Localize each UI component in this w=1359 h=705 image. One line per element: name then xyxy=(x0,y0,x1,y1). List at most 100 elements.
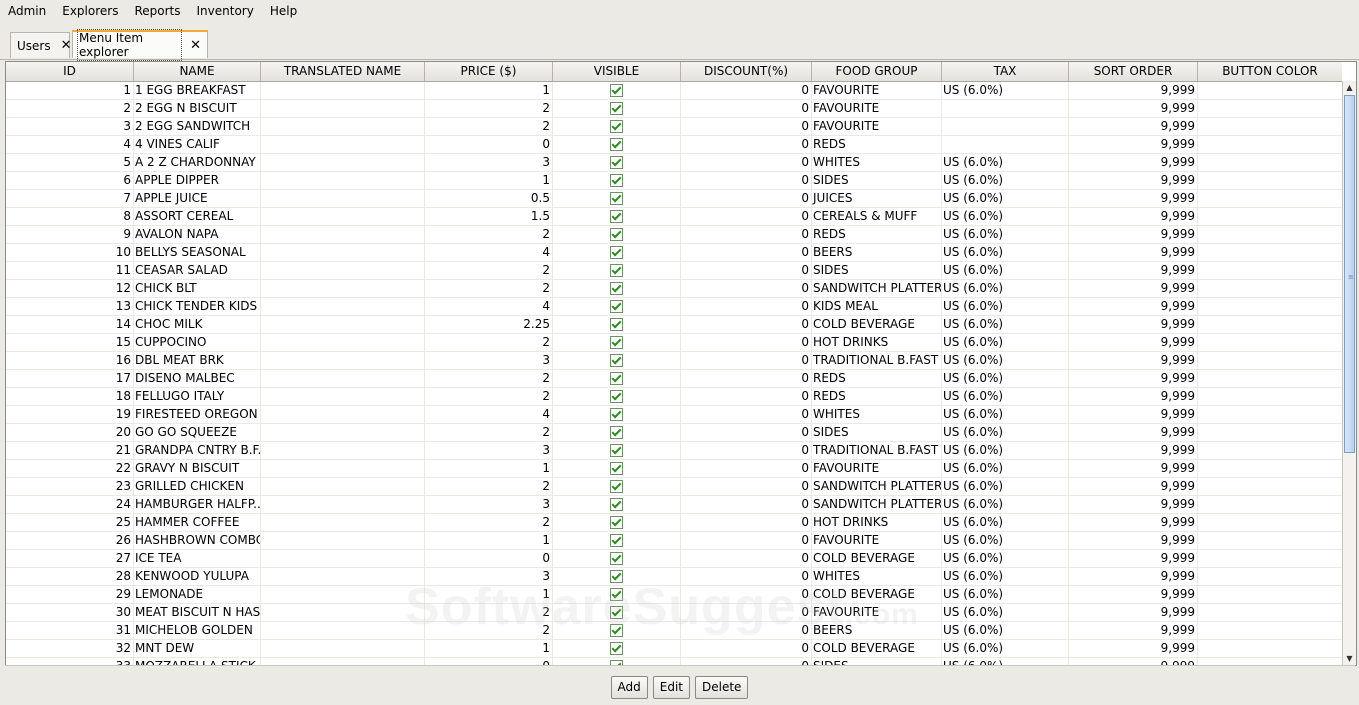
table-row[interactable]: 15 CUPPOCINO 2 0 HOT DRINKS US (6.0%) 9,999 xyxy=(6,334,1342,352)
table-row[interactable]: 27 ICE TEA 0 0 COLD BEVERAGE US (6.0%) 9,999 xyxy=(6,550,1342,568)
visible-checkbox[interactable] xyxy=(610,120,623,133)
menu-explorers[interactable]: Explorers xyxy=(54,1,126,21)
visible-checkbox[interactable] xyxy=(610,426,623,439)
table-row[interactable]: 23 GRILLED CHICKEN 2 0 SANDWITCH PLATTER US (… xyxy=(6,478,1342,496)
table-row[interactable]: 30 MEAT BISCUIT N HAS... 2 0 FAVOURITE US (6.… xyxy=(6,604,1342,622)
table-row[interactable]: 11 CEASAR SALAD 2 0 SIDES US (6.0%) 9,999 xyxy=(6,262,1342,280)
column-header-tax[interactable]: TAX xyxy=(942,62,1069,81)
table-row[interactable]: 9 AVALON NAPA 2 0 REDS US (6.0%) 9,999 xyxy=(6,226,1342,244)
column-header-id[interactable]: ID xyxy=(6,62,134,81)
vertical-scrollbar[interactable]: ▲ ≡ ▼ xyxy=(1342,81,1356,665)
column-header-translated-name[interactable]: TRANSLATED NAME xyxy=(261,62,425,81)
id-cell: 19 xyxy=(6,406,134,423)
table-row[interactable]: 16 DBL MEAT BRK 3 0 TRADITIONAL B.FAST US (6.… xyxy=(6,352,1342,370)
visible-checkbox[interactable] xyxy=(610,516,623,529)
close-icon[interactable]: ✕ xyxy=(61,39,72,52)
column-header-name[interactable]: NAME xyxy=(134,62,261,81)
name-cell: MEAT BISCUIT N HAS... xyxy=(135,604,261,621)
menu-inventory[interactable]: Inventory xyxy=(189,1,262,21)
visible-checkbox[interactable] xyxy=(610,444,623,457)
close-icon[interactable]: ✕ xyxy=(190,39,201,52)
name-cell: 2 EGG N BISCUIT xyxy=(134,100,261,117)
visible-checkbox[interactable] xyxy=(610,480,623,493)
visible-checkbox[interactable] xyxy=(610,228,623,241)
delete-button[interactable]: Delete xyxy=(695,676,749,699)
tax-cell: US (6.0%) xyxy=(942,226,1069,243)
table-row[interactable]: 5A 2 Z CHARDONNAY 3 0 WHITES US (6.0%) 9,999 xyxy=(6,154,1342,172)
visible-checkbox[interactable] xyxy=(610,624,623,637)
visible-checkbox[interactable] xyxy=(610,102,623,115)
visible-checkbox[interactable] xyxy=(610,570,623,583)
tab-menu-item-explorer[interactable]: Menu Item explorer ✕ xyxy=(72,29,208,61)
visible-checkbox[interactable] xyxy=(610,390,623,403)
table-row[interactable]: 17 DISENO MALBEC 2 0 REDS US (6.0%) 9,999 xyxy=(6,370,1342,388)
name-cell: 4 VINES CALIF xyxy=(134,136,261,153)
visible-checkbox[interactable] xyxy=(610,534,623,547)
table-row[interactable]: 22 GRAVY N BISCUIT 1 0 FAVOURITE US (6.0%) 9,9… xyxy=(6,460,1342,478)
table-row[interactable]: 29 LEMONADE 1 0 COLD BEVERAGE US (6.0%) 9,999 xyxy=(6,586,1342,604)
button-color-cell xyxy=(1198,226,1342,243)
translated-name-cell xyxy=(261,334,425,351)
visible-checkbox[interactable] xyxy=(610,642,623,655)
table-row[interactable]: 24 HAMBURGER HALFP... 3 0 SANDWITCH PLATTER U… xyxy=(6,496,1342,514)
visible-checkbox[interactable] xyxy=(610,606,623,619)
table-row[interactable]: 11 EGG BREAKFAST 1 0 FAVOURITE US (6.0%) 9,99… xyxy=(6,82,1342,100)
visible-checkbox[interactable] xyxy=(610,246,623,259)
table-row[interactable]: 10 BELLYS SEASONAL 4 0 BEERS US (6.0%) 9,999 xyxy=(6,244,1342,262)
visible-checkbox[interactable] xyxy=(610,264,623,277)
table-row[interactable]: 12 CHICK BLT 2 0 SANDWITCH PLATTER US (6.0%) 9… xyxy=(6,280,1342,298)
scroll-up-icon[interactable]: ▲ xyxy=(1343,81,1356,94)
tax-cell: US (6.0%) xyxy=(942,334,1069,351)
menu-admin[interactable]: Admin xyxy=(0,1,54,21)
table-row[interactable]: 44 VINES CALIF 0 0 REDS 9,999 xyxy=(6,136,1342,154)
table-row[interactable]: 31 MICHELOB GOLDEN 2 0 BEERS US (6.0%) 9,999 xyxy=(6,622,1342,640)
visible-checkbox[interactable] xyxy=(610,300,623,313)
column-header-food-group[interactable]: FOOD GROUP xyxy=(812,62,942,81)
column-header-discount[interactable]: DISCOUNT(%) xyxy=(681,62,812,81)
table-row[interactable]: 33MOZZARELLA STICK00SIDESUS (6.0%)9,999 xyxy=(6,658,1342,665)
table-row[interactable]: 32 MNT DEW 1 0 COLD BEVERAGE US (6.0%) 9,999 xyxy=(6,640,1342,658)
column-header-visible[interactable]: VISIBLE xyxy=(553,62,681,81)
visible-checkbox[interactable] xyxy=(610,84,623,97)
visible-checkbox[interactable] xyxy=(610,588,623,601)
menu-help[interactable]: Help xyxy=(262,1,305,21)
visible-checkbox[interactable] xyxy=(610,552,623,565)
table-row[interactable]: 18 FELLUGO ITALY 2 0 REDS US (6.0%) 9,999 xyxy=(6,388,1342,406)
visible-checkbox[interactable] xyxy=(610,138,623,151)
table-row[interactable]: 28 KENWOOD YULUPA 3 0 WHITES US (6.0%) 9,999 xyxy=(6,568,1342,586)
visible-checkbox[interactable] xyxy=(610,282,623,295)
scroll-down-icon[interactable]: ▼ xyxy=(1343,652,1356,665)
table-row[interactable]: 6 APPLE DIPPER 1 0 SIDES US (6.0%) 9,999 xyxy=(6,172,1342,190)
sort-order-cell: 9,999 xyxy=(1069,280,1198,297)
tab-users[interactable]: Users ✕ xyxy=(10,32,72,58)
visible-checkbox[interactable] xyxy=(610,462,623,475)
edit-button[interactable]: Edit xyxy=(652,676,691,699)
visible-checkbox[interactable] xyxy=(610,336,623,349)
visible-checkbox[interactable] xyxy=(610,192,623,205)
table-row[interactable]: 22 EGG N BISCUIT 2 0 FAVOURITE 9,999 xyxy=(6,100,1342,118)
table-row[interactable]: 20 GO GO SQUEEZE 2 0 SIDES US (6.0%) 9,999 xyxy=(6,424,1342,442)
table-row[interactable]: 13 CHICK TENDER KIDS ... 4 0 KIDS MEAL US (6.… xyxy=(6,298,1342,316)
column-header-button-color[interactable]: BUTTON COLOR xyxy=(1198,62,1342,81)
table-row[interactable]: 25 HAMMER COFFEE 2 0 HOT DRINKS US (6.0%) 9,99… xyxy=(6,514,1342,532)
table-row[interactable]: 21 GRANDPA CNTRY B.F... 3 0 TRADITIONAL B.FA… xyxy=(6,442,1342,460)
scrollbar-thumb[interactable]: ≡ xyxy=(1344,95,1355,453)
visible-checkbox[interactable] xyxy=(610,318,623,331)
table-row[interactable]: 32 EGG SANDWITCH 2 0 FAVOURITE 9,999 xyxy=(6,118,1342,136)
visible-checkbox[interactable] xyxy=(610,354,623,367)
menu-reports[interactable]: Reports xyxy=(126,1,188,21)
table-row[interactable]: 8 ASSORT CEREAL 1.5 0 CEREALS & MUFF US (6.0%… xyxy=(6,208,1342,226)
table-row[interactable]: 19 FIRESTEED OREGON 4 0 WHITES US (6.0%) 9,999 xyxy=(6,406,1342,424)
visible-checkbox[interactable] xyxy=(610,174,623,187)
visible-checkbox[interactable] xyxy=(610,210,623,223)
table-row[interactable]: 7 APPLE JUICE 0.5 0 JUICES US (6.0%) 9,999 xyxy=(6,190,1342,208)
visible-checkbox[interactable] xyxy=(610,156,623,169)
table-row[interactable]: 14 CHOC MILK 2.25 0 COLD BEVERAGE US (6.0%) 9,… xyxy=(6,316,1342,334)
table-row[interactable]: 26 HASHBROWN COMBO 1 0 FAVOURITE US (6.0%) 9,9… xyxy=(6,532,1342,550)
column-header-price[interactable]: PRICE ($) xyxy=(425,62,553,81)
visible-checkbox[interactable] xyxy=(610,498,623,511)
visible-checkbox[interactable] xyxy=(610,408,623,421)
column-header-sort-order[interactable]: SORT ORDER xyxy=(1069,62,1198,81)
add-button[interactable]: Add xyxy=(610,676,648,699)
visible-checkbox[interactable] xyxy=(610,372,623,385)
